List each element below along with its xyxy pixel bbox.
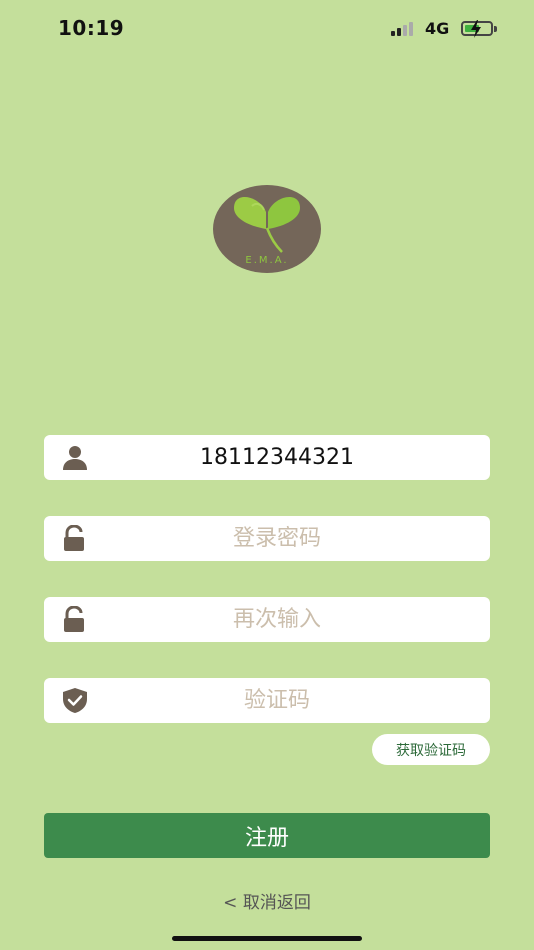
password-confirm-field[interactable] (44, 597, 490, 642)
lock-icon (64, 525, 84, 551)
lock-icon (64, 606, 84, 632)
charging-bolt-icon (471, 20, 481, 38)
verification-code-input[interactable] (104, 678, 450, 723)
verification-code-field[interactable] (44, 678, 490, 723)
shield-check-icon (63, 688, 87, 713)
logo-text: E.M.A. (245, 255, 289, 266)
network-type: 4G (425, 19, 450, 38)
password-input[interactable] (104, 516, 450, 561)
cancel-back-link[interactable]: < 取消返回 (223, 893, 311, 913)
battery-cap (494, 26, 497, 32)
signal-icon (391, 22, 417, 36)
phone-input[interactable] (104, 435, 450, 480)
register-button[interactable]: 注册 (44, 813, 490, 858)
status-time: 10:19 (58, 16, 125, 40)
password-field[interactable] (44, 516, 490, 561)
phone-field[interactable] (44, 435, 490, 480)
cancel-row: < 取消返回 (0, 888, 534, 913)
password-confirm-input[interactable] (104, 597, 450, 642)
home-indicator (172, 936, 362, 941)
user-icon (63, 446, 87, 470)
status-bar: 10:19 4G (0, 0, 534, 58)
get-code-button[interactable]: 获取验证码 (372, 734, 490, 765)
